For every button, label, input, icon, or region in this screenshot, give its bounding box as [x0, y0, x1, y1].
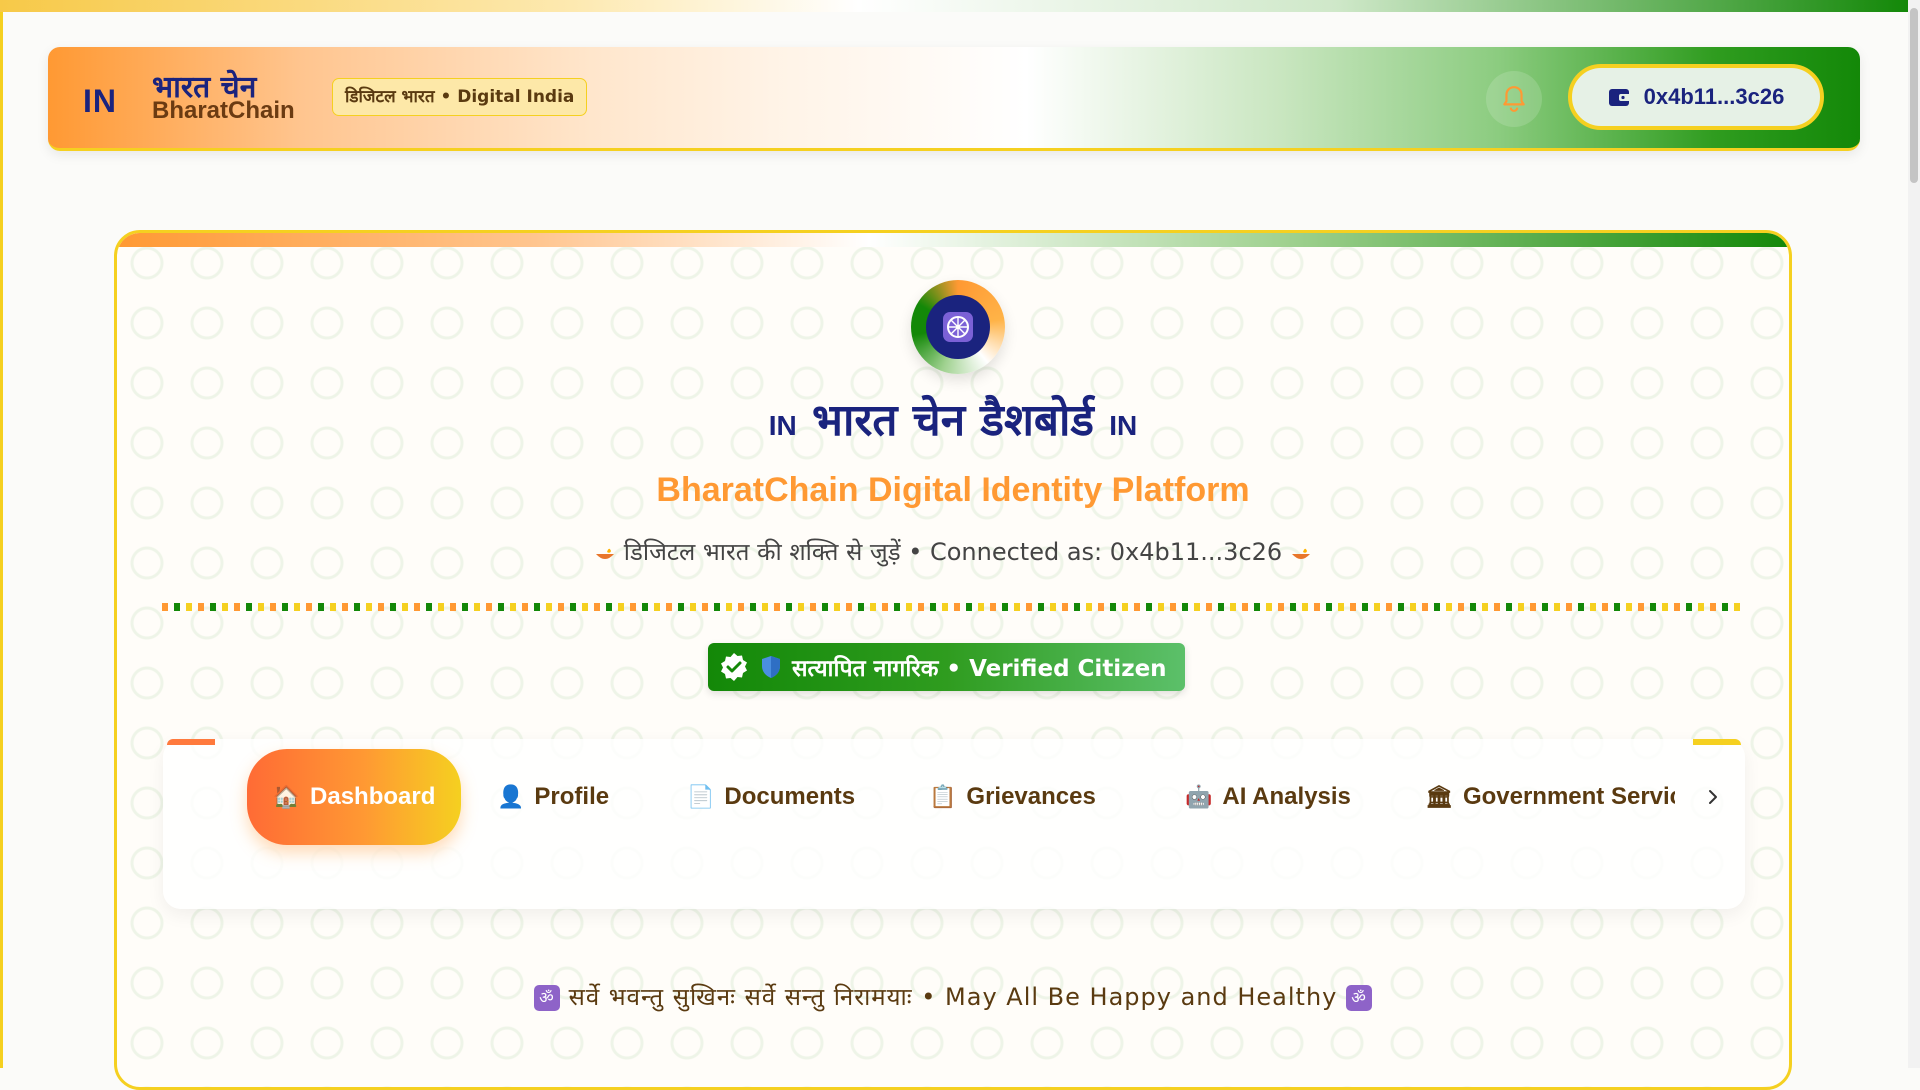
brand-flag-code: IN — [83, 83, 117, 119]
brand-name-english[interactable]: BharatChain — [152, 97, 295, 125]
person-icon: 👤 — [497, 784, 525, 809]
tab-documents[interactable]: 📄 Documents — [687, 749, 855, 845]
dashboard-card: IN भारत चेन डैशबोर्ड IN BharatChain Digi… — [114, 230, 1792, 1090]
tab-dashboard[interactable]: 🏠 Dashboard — [247, 749, 461, 845]
verified-citizen-text: सत्यापित नागरिक • Verified Citizen — [792, 656, 1167, 682]
government-building-icon: 🏛 — [1425, 784, 1453, 809]
tricolor-dotted-divider — [162, 603, 1746, 611]
dashboard-title-text: भारत चेन डैशबोर्ड — [812, 395, 1094, 446]
wallet-icon — [1608, 89, 1631, 106]
tab-label: Dashboard — [310, 783, 436, 810]
dashboard-subtitle: BharatChain Digital Identity Platform — [656, 471, 1250, 509]
tab-label: Documents — [724, 783, 856, 810]
motto: ॐ सर्वे भवन्तु सुखिनः सर्वे सन्तु निरामय… — [117, 980, 1789, 1013]
tab-profile[interactable]: 👤 Profile — [497, 749, 609, 845]
tab-label: Profile — [534, 783, 610, 810]
robot-icon: 🤖 — [1185, 784, 1213, 809]
emblem-core — [926, 295, 990, 359]
om-symbol-icon: ॐ — [1346, 985, 1373, 1011]
dashboard-emblem — [911, 280, 1005, 374]
page-scrollbar[interactable] — [1908, 0, 1920, 1068]
motto-text: सर्वे भवन्तु सुखिनः सर्वे सन्तु निरामयाः… — [568, 983, 1338, 1011]
tab-ai-analysis[interactable]: 🤖 AI Analysis — [1185, 749, 1351, 845]
tagline-text: डिजिटल भारत की शक्ति से जुड़ें • Connect… — [623, 538, 1283, 566]
connection-tagline: डिजिटल भारत की शक्ति से जुड़ें • Connect… — [117, 535, 1789, 568]
om-symbol-icon: ॐ — [533, 985, 560, 1011]
tab-label: Government Services — [1462, 783, 1675, 810]
wallet-address-button[interactable]: 0x4b11...3c26 — [1568, 64, 1824, 130]
diya-lamp-icon — [1291, 548, 1310, 559]
title-flag-right: IN — [1109, 410, 1138, 441]
tab-label: Grievances — [966, 783, 1096, 810]
top-tricolor-stripe — [0, 0, 1908, 12]
diya-lamp-icon — [596, 548, 615, 559]
tab-label: AI Analysis — [1222, 783, 1351, 810]
bell-icon — [1503, 86, 1525, 112]
card-tricolor-stripe — [117, 233, 1789, 247]
clipboard-icon: 📋 — [929, 784, 957, 809]
shield-icon — [762, 656, 780, 678]
app-header: IN भारत चेन BharatChain डिजिटल भारत • Di… — [48, 47, 1860, 151]
chevron-right-icon — [1709, 790, 1717, 804]
tab-grievances[interactable]: 📋 Grievances — [929, 749, 1096, 845]
title-flag-left: IN — [768, 410, 797, 441]
notifications-button[interactable] — [1486, 71, 1542, 127]
navigation-tabs: 🏠 Dashboard 👤 Profile 📄 Documents 📋 Grie… — [163, 739, 1745, 909]
wallet-address: 0x4b11...3c26 — [1643, 84, 1785, 109]
document-icon: 📄 — [687, 784, 715, 809]
dashboard-title: IN भारत चेन डैशबोर्ड IN — [117, 388, 1789, 448]
verified-check-icon — [721, 653, 747, 681]
tab-government-services[interactable]: 🏛 Government Services — [1425, 749, 1675, 845]
home-icon: 🏠 — [272, 784, 301, 809]
scrollbar-thumb[interactable] — [1910, 8, 1918, 183]
digital-india-badge: डिजिटल भारत • Digital India — [332, 78, 588, 116]
verified-citizen-badge: सत्यापित नागरिक • Verified Citizen — [708, 643, 1185, 691]
tabs-scroll-right-button[interactable] — [1693, 777, 1733, 817]
ashoka-chakra-icon — [943, 312, 973, 342]
